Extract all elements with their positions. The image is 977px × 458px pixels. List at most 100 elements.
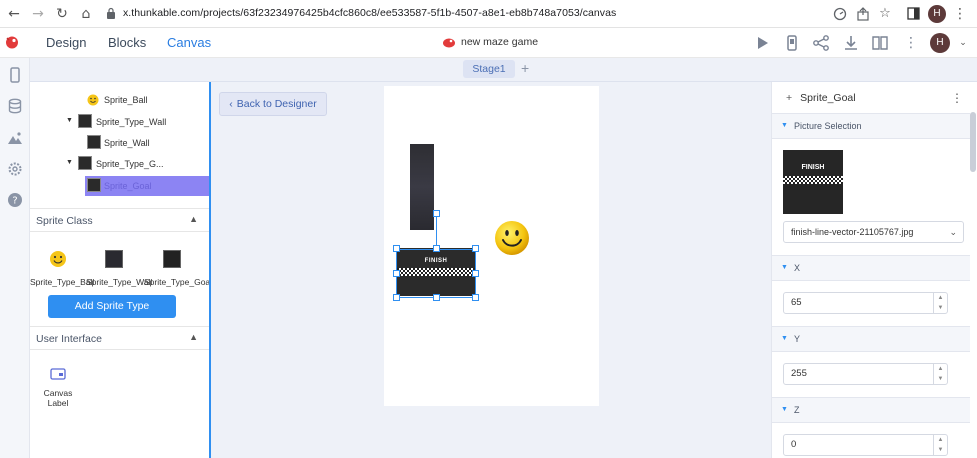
speed-icon[interactable] <box>833 7 847 21</box>
bookmark-star-icon[interactable]: ☆ <box>877 6 893 22</box>
user-interface-header[interactable]: User Interface ▲ <box>30 326 210 350</box>
browser-profile-avatar[interactable]: H <box>928 5 946 23</box>
x-property-header[interactable]: ▼ X <box>772 255 970 281</box>
collapse-caret-icon[interactable]: ▼ <box>66 117 73 124</box>
y-value: 255 <box>791 368 807 379</box>
browser-menu-icon[interactable]: ⋮ <box>952 6 968 22</box>
avatar-dropdown-icon[interactable]: ⌄ <box>955 35 971 51</box>
sprite-type-label: Sprite_Type_Wall <box>86 277 153 287</box>
sprite-type-goal[interactable]: Sprite_Type_Goal <box>144 250 213 287</box>
number-stepper[interactable]: ▲ ▼ <box>933 435 947 455</box>
canvas-page[interactable]: FINISH <box>384 86 599 406</box>
sprite-type-wall[interactable]: Sprite_Type_Wall <box>86 250 153 287</box>
tab-design[interactable]: Design <box>46 35 86 50</box>
label-component-icon <box>50 368 66 380</box>
component-label: Canvas Label <box>43 388 73 408</box>
tree-item-sprite-wall[interactable]: Sprite_Wall <box>30 133 210 153</box>
home-icon[interactable]: ⌂ <box>78 6 94 22</box>
sprite-type-label: Sprite_Type_Ball <box>30 277 95 287</box>
sidebar-toggle-icon[interactable] <box>907 7 920 20</box>
live-test-device-icon[interactable] <box>783 34 801 52</box>
resize-handle[interactable] <box>472 245 479 252</box>
tree-item-sprite-type-goal[interactable]: ▼ Sprite_Type_G... <box>30 154 210 174</box>
chevron-up-icon[interactable]: ▲ <box>189 332 198 342</box>
collapse-caret-icon[interactable]: ▼ <box>66 159 73 166</box>
resize-handle[interactable] <box>472 270 479 277</box>
properties-title: + Sprite_Goal <box>786 92 856 104</box>
resize-handle[interactable] <box>393 270 400 277</box>
z-value: 0 <box>791 439 797 450</box>
expand-plus-icon[interactable]: + <box>786 92 792 104</box>
tree-item-sprite-goal[interactable]: Sprite_Goal <box>85 176 210 196</box>
play-icon[interactable] <box>753 34 771 52</box>
resize-handle[interactable] <box>393 294 400 301</box>
tab-blocks[interactable]: Blocks <box>108 35 146 50</box>
goal-thumb-icon <box>78 156 92 170</box>
resize-handle[interactable] <box>472 294 479 301</box>
resize-handle[interactable] <box>433 294 440 301</box>
database-icon[interactable] <box>7 98 23 114</box>
help-icon[interactable]: ? <box>7 192 23 208</box>
y-input[interactable]: 255 ▲ ▼ <box>783 363 948 385</box>
goal-thumb-icon <box>163 250 181 268</box>
stage-tab[interactable]: Stage1 <box>463 60 515 78</box>
add-stage-button[interactable]: + <box>521 60 529 76</box>
tab-canvas[interactable]: Canvas <box>167 35 211 50</box>
share-page-icon[interactable] <box>856 7 870 21</box>
browser-toolbar: ← → ↻ ⌂ x.thunkable.com/projects/63f2323… <box>0 0 977 28</box>
number-stepper[interactable]: ▲ ▼ <box>933 364 947 384</box>
picture-file-select[interactable]: finish-line-vector-21105767.jpg ⌄ <box>783 221 964 243</box>
tree-item-label: Sprite_Goal <box>104 181 152 191</box>
app-header: Design Blocks Canvas new maze game ⋮ H ⌄ <box>0 28 977 58</box>
z-input[interactable]: 0 ▲ ▼ <box>783 434 948 456</box>
tree-item-sprite-ball[interactable]: Sprite_Ball <box>30 90 210 110</box>
selected-component-name: Sprite_Goal <box>800 92 856 104</box>
canvas-label-component[interactable]: Canvas Label <box>40 368 76 408</box>
chevron-left-icon: ‹ <box>229 98 233 110</box>
chevron-up-icon[interactable]: ▲ <box>189 214 198 224</box>
tree-item-label: Sprite_Wall <box>104 138 150 148</box>
address-bar[interactable]: x.thunkable.com/projects/63f23234976425b… <box>123 7 616 19</box>
checker-pattern <box>783 176 843 184</box>
share-icon[interactable] <box>812 34 830 52</box>
number-stepper[interactable]: ▲ ▼ <box>933 293 947 313</box>
wall-thumb-icon <box>87 135 101 149</box>
docs-book-icon[interactable] <box>871 34 889 52</box>
y-property-header[interactable]: ▼ Y <box>772 326 970 352</box>
caret-down-icon: ▼ <box>781 122 788 129</box>
x-value: 65 <box>791 297 802 308</box>
properties-scrollbar[interactable] <box>970 112 976 172</box>
sprite-type-ball[interactable]: Sprite_Type_Ball <box>30 250 95 287</box>
sprite-type-label: Sprite_Type_Goal <box>144 277 213 287</box>
forward-arrow-icon[interactable]: → <box>30 6 46 22</box>
reload-icon[interactable]: ↻ <box>54 6 70 22</box>
more-menu-icon[interactable]: ⋮ <box>903 35 919 51</box>
x-input[interactable]: 65 ▲ ▼ <box>783 292 948 314</box>
device-icon[interactable] <box>7 67 23 83</box>
download-icon[interactable] <box>842 34 860 52</box>
properties-panel: + Sprite_Goal ⋮ ▼ Picture Selection FINIS… <box>771 82 977 458</box>
sprite-class-header[interactable]: Sprite Class ▲ <box>30 208 210 232</box>
user-avatar[interactable]: H <box>930 33 950 53</box>
rotate-handle[interactable] <box>433 210 440 217</box>
project-name[interactable]: new maze game <box>461 36 538 48</box>
thunkable-logo-icon[interactable] <box>5 35 19 49</box>
resize-handle[interactable] <box>393 245 400 252</box>
back-arrow-icon[interactable]: ← <box>6 6 22 22</box>
back-to-designer-button[interactable]: ‹ Back to Designer <box>219 92 327 116</box>
picture-selection-header[interactable]: ▼ Picture Selection <box>772 113 970 139</box>
stage-bar: Stage1 + <box>30 58 977 82</box>
settings-gear-icon[interactable] <box>7 161 23 177</box>
add-sprite-type-button[interactable]: Add Sprite Type <box>48 295 176 318</box>
component-menu-icon[interactable]: ⋮ <box>951 91 963 105</box>
property-label: Y <box>794 334 801 344</box>
tree-item-sprite-type-wall[interactable]: ▼ Sprite_Type_Wall <box>30 112 210 132</box>
resize-handle[interactable] <box>433 245 440 252</box>
selected-file: finish-line-vector-21105767.jpg <box>791 227 914 237</box>
assets-mountain-icon[interactable] <box>7 130 23 146</box>
sprite-wall[interactable] <box>410 144 434 230</box>
picture-preview: FINISH <box>783 150 843 214</box>
sprite-ball-smiley[interactable] <box>494 220 530 256</box>
z-property-header[interactable]: ▼ Z <box>772 397 970 423</box>
canvas-workspace: ‹ Back to Designer FINISH <box>211 82 771 458</box>
